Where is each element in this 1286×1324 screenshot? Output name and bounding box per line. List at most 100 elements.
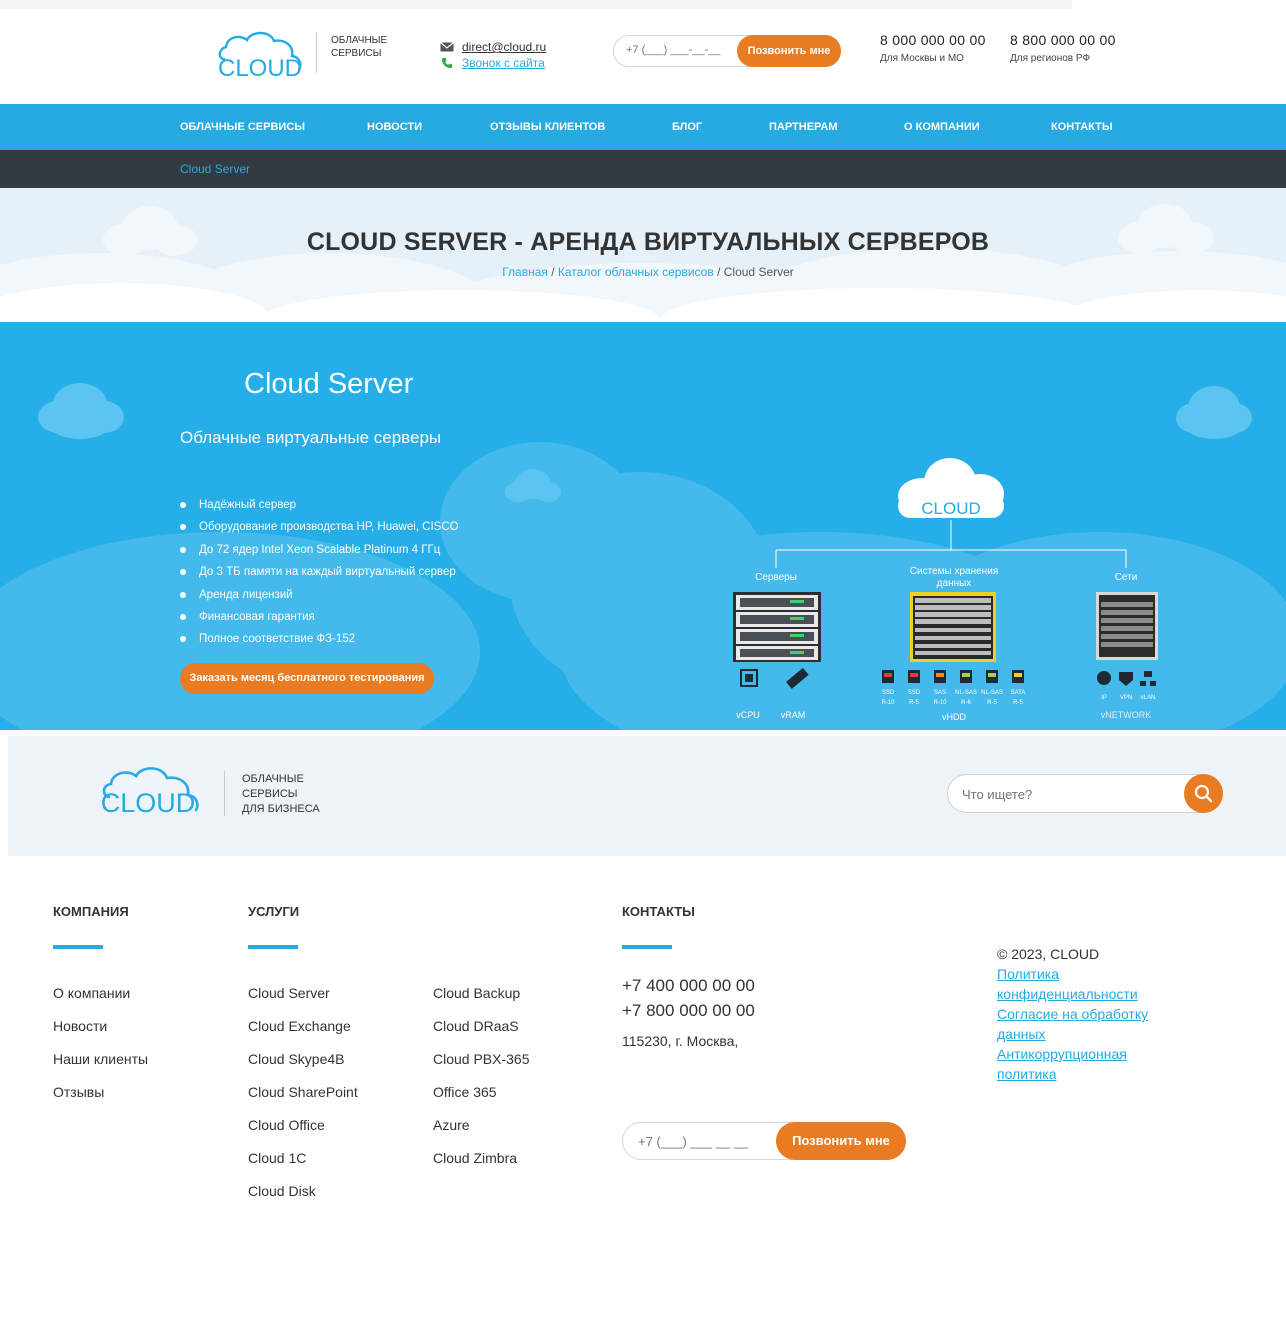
service-link[interactable]: Cloud PBX-365 xyxy=(433,1050,530,1083)
service-link[interactable]: Cloud Zimbra xyxy=(433,1149,530,1182)
footer-phone[interactable]: +7 800 000 00 00 xyxy=(622,998,755,1023)
nav-item-cloud-services[interactable]: ОБЛАЧНЫЕ СЕРВИСЫ xyxy=(180,104,305,150)
disk-color-tag xyxy=(1014,673,1022,677)
breadcrumb: Главная / Каталог облачных сервисов / Cl… xyxy=(0,265,1286,279)
footer-legal: © 2023, CLOUD Политика конфиденциальност… xyxy=(997,944,1177,1084)
breadcrumb-catalog[interactable]: Каталог облачных сервисов xyxy=(558,265,714,279)
nav-item-about[interactable]: О КОМПАНИИ xyxy=(904,104,980,150)
feature-list: Надёжный сервер Оборудование производств… xyxy=(180,494,459,651)
footer-link-news[interactable]: Новости xyxy=(53,1017,148,1050)
services-heading: УСЛУГИ xyxy=(248,904,300,919)
footer-phone-input[interactable] xyxy=(638,1134,758,1149)
callback-link[interactable]: Звонок с сайта xyxy=(462,55,545,71)
servers-label: Серверы xyxy=(755,572,797,583)
phone-number[interactable]: 8 800 000 00 00 xyxy=(1010,32,1116,48)
header-phone-input[interactable] xyxy=(626,44,736,56)
service-link[interactable]: Cloud Backup xyxy=(433,984,530,1017)
email-row[interactable]: direct@cloud.ru xyxy=(440,39,546,55)
service-link[interactable]: Cloud Exchange xyxy=(248,1017,358,1050)
feature-item: Надёжный сервер xyxy=(180,494,459,516)
disk-label: NL-SAS xyxy=(981,690,1003,696)
service-link[interactable]: Office 365 xyxy=(433,1083,530,1116)
vram-label: vRAM xyxy=(781,710,806,720)
cloud-icon: CLOUD xyxy=(898,458,1004,518)
sub-nav: Cloud Server xyxy=(0,150,1286,188)
anticorruption-policy-link[interactable]: Антикоррупционная политика xyxy=(997,1044,1177,1084)
footer-link-clients[interactable]: Наши клиенты xyxy=(53,1050,148,1083)
service-link[interactable]: Azure xyxy=(433,1116,530,1149)
disk-label: R-10 xyxy=(933,700,947,706)
service-link[interactable]: Cloud Office xyxy=(248,1116,358,1149)
footer-address: 115230, г. Москва, xyxy=(622,1033,739,1049)
search-box xyxy=(947,774,1223,813)
service-link[interactable]: Cloud DRaaS xyxy=(433,1017,530,1050)
footer-phone[interactable]: +7 400 000 00 00 xyxy=(622,973,755,998)
footer-call-button[interactable]: Позвонить мне xyxy=(776,1122,906,1160)
vnetwork-label: vNETWORK xyxy=(1101,710,1152,720)
service-link[interactable]: Cloud Skype4B xyxy=(248,1050,358,1083)
service-link[interactable]: Cloud 1C xyxy=(248,1149,358,1182)
contacts-heading: КОНТАКТЫ xyxy=(622,904,695,919)
contacts-heading-underline xyxy=(622,945,672,949)
service-link[interactable]: Cloud Server xyxy=(248,984,358,1017)
email-link[interactable]: direct@cloud.ru xyxy=(462,39,546,55)
disk-color-tag xyxy=(884,673,892,677)
phone-caption: Для регионов РФ xyxy=(1010,53,1091,64)
nav-item-blog[interactable]: БЛОГ xyxy=(672,104,702,150)
header-call-button[interactable]: Позвонить мне xyxy=(737,35,841,67)
footer-link-reviews[interactable]: Отзывы xyxy=(53,1083,148,1116)
company-heading: КОМПАНИЯ xyxy=(53,904,129,919)
disk-label: SAS xyxy=(934,690,946,696)
ip-label: IP xyxy=(1101,695,1107,701)
hero-title: Cloud Server xyxy=(244,368,414,400)
networks-label: Сети xyxy=(1115,572,1138,583)
nav-item-reviews[interactable]: ОТЗЫВЫ КЛИЕНТОВ xyxy=(490,104,605,150)
data-consent-link[interactable]: Согласие на обработку данных xyxy=(997,1004,1177,1044)
footer-link-about[interactable]: О компании xyxy=(53,984,148,1017)
phone-moscow: 8 000 000 00 00 Для Москвы и МО xyxy=(880,32,986,64)
privacy-policy-link[interactable]: Политика конфиденциальности xyxy=(997,964,1177,1004)
storage-disk-icons: SSD R-10 SSD R-5 SAS R-10 NL-SAS R-6 NL-SAS R-5 SA… xyxy=(881,670,1025,706)
phone-icon xyxy=(441,57,453,69)
disk-label: NL-SAS xyxy=(955,690,977,696)
header-contacts: direct@cloud.ru Звонок с сайта xyxy=(440,39,546,71)
network-switch-icon xyxy=(1096,592,1158,660)
disk-color-tag xyxy=(936,673,944,677)
nav-item-contacts[interactable]: КОНТАКТЫ xyxy=(1051,104,1113,150)
disk-color-tag xyxy=(988,673,996,677)
services-heading-underline xyxy=(248,945,298,949)
subnav-item-cloud-server[interactable]: Cloud Server xyxy=(180,150,250,188)
top-strip xyxy=(0,0,1072,9)
service-link[interactable]: Cloud SharePoint xyxy=(248,1083,358,1116)
vpn-label: VPN xyxy=(1120,695,1132,701)
search-input[interactable] xyxy=(962,787,1162,802)
search-button[interactable] xyxy=(1184,774,1223,813)
ram-icon xyxy=(786,667,809,689)
nav-item-news[interactable]: НОВОСТИ xyxy=(367,104,422,150)
feature-item: До 3 ТБ памяти на каждый виртуальный сер… xyxy=(180,561,459,583)
feature-item: Полное соответствие ФЗ-152 xyxy=(180,628,459,650)
vlan-label: vLAN xyxy=(1141,695,1156,701)
vcpu-label: vCPU xyxy=(736,710,760,720)
phone-number[interactable]: 8 000 000 00 00 xyxy=(880,32,986,48)
storage-label: Системы хранения данных xyxy=(910,566,998,589)
nav-item-partners[interactable]: ПАРТНЕРАМ xyxy=(769,104,838,150)
logo[interactable]: CLOUD xyxy=(216,29,304,81)
breadcrumb-separator: / xyxy=(717,265,724,279)
free-trial-button[interactable]: Заказать месяц бесплатного тестирования xyxy=(180,663,434,694)
disk-label: SSD xyxy=(908,690,921,696)
vpn-icon xyxy=(1119,672,1133,686)
diagram-cloud-label: CLOUD xyxy=(921,499,981,518)
service-link[interactable]: Cloud Disk xyxy=(248,1182,358,1215)
breadcrumb-home[interactable]: Главная xyxy=(502,265,548,279)
footer-callback-form: Позвонить мне xyxy=(622,1122,906,1160)
company-links: О компании Новости Наши клиенты Отзывы xyxy=(53,984,148,1116)
title-banner: CLOUD SERVER - АРЕНДА ВИРТУАЛЬНЫХ СЕРВЕР… xyxy=(0,188,1286,318)
disk-label: SSD xyxy=(882,690,895,696)
header-callback-form: Позвонить мне xyxy=(613,35,841,67)
callback-row[interactable]: Звонок с сайта xyxy=(440,55,546,71)
phone-regions: 8 800 000 00 00 Для регионов РФ xyxy=(1010,32,1116,64)
ip-icon xyxy=(1097,671,1111,685)
hero-banner: Cloud Server Облачные виртуальные сервер… xyxy=(0,322,1286,730)
footer-logo[interactable]: CLOUD xyxy=(100,765,205,821)
